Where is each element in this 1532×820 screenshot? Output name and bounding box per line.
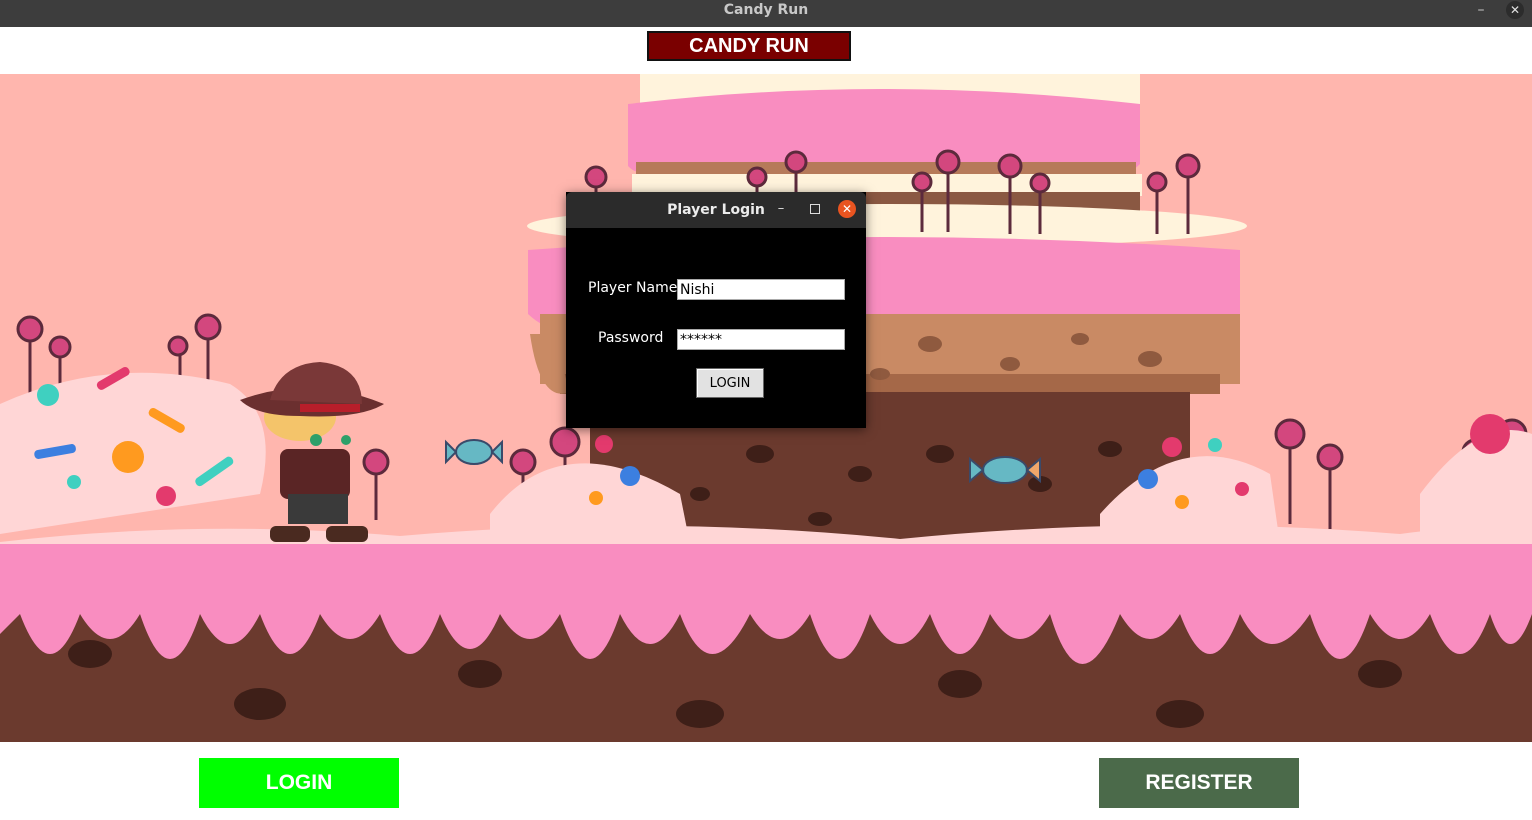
game-title-banner: CANDY RUN [647,31,851,61]
window-titlebar: Candy Run – ✕ [0,0,1532,27]
dialog-titlebar[interactable]: Player Login – ✕ [566,192,866,228]
login-button[interactable]: LOGIN [199,758,399,808]
register-button[interactable]: REGISTER [1099,758,1299,808]
icing-ground [0,525,1532,742]
dialog-login-button[interactable]: LOGIN [696,368,764,398]
dialog-close-button[interactable]: ✕ [838,200,856,218]
window-minimize-button[interactable]: – [1474,0,1488,22]
player-name-input[interactable] [677,279,845,300]
dialog-minimize-button[interactable]: – [774,200,788,218]
window-title: Candy Run [723,2,809,18]
dialog-title: Player Login [667,202,765,218]
window-close-button[interactable]: ✕ [1506,1,1524,19]
password-label: Password [598,330,664,346]
player-name-label: Player Name [588,280,678,296]
player-login-dialog: Player Login – ✕ Player Name Password LO… [566,192,866,428]
dialog-maximize-button[interactable] [810,204,820,214]
password-input[interactable] [677,329,845,350]
